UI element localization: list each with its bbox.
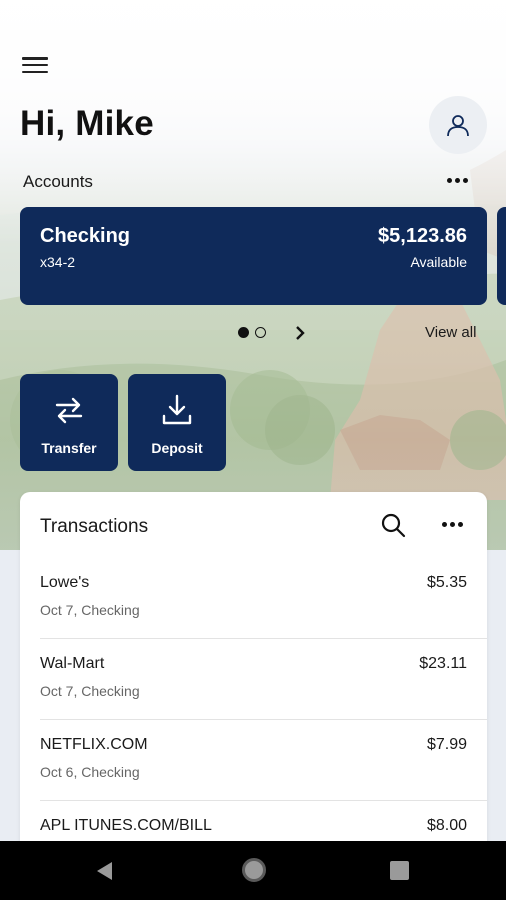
greeting-title: Hi, Mike	[20, 104, 154, 143]
pager-dot-active[interactable]	[238, 327, 249, 338]
transaction-row[interactable]: Wal-Mart Oct 7, Checking $23.11	[40, 639, 487, 720]
system-navigation-bar	[0, 841, 506, 900]
transfer-label: Transfer	[41, 440, 97, 456]
home-icon[interactable]	[242, 858, 266, 882]
transfer-arrows-icon	[55, 397, 83, 424]
transaction-row[interactable]: NETFLIX.COM Oct 6, Checking $7.99	[40, 720, 487, 801]
menu-button[interactable]	[22, 55, 48, 75]
profile-button[interactable]	[429, 96, 487, 154]
transaction-merchant: APL ITUNES.COM/BILL	[40, 817, 212, 834]
account-balance: $5,123.86	[378, 225, 467, 247]
deposit-button[interactable]: Deposit	[128, 374, 226, 471]
chevron-right-icon[interactable]	[291, 323, 309, 343]
transaction-merchant: NETFLIX.COM	[40, 736, 148, 753]
transaction-meta: Oct 6, Checking	[40, 764, 140, 780]
view-all-link[interactable]: View all	[425, 324, 476, 341]
accounts-label: Accounts	[23, 172, 93, 191]
transaction-amount: $8.00	[426, 817, 467, 834]
recents-icon[interactable]	[390, 861, 409, 880]
transactions-card: Transactions Lowe's Oct 7, Checking $5.3…	[20, 492, 487, 852]
download-icon	[162, 394, 192, 425]
pager-dot[interactable]	[255, 327, 266, 338]
account-card-checking[interactable]: Checking x34-2 $5,123.86 Available	[20, 207, 487, 305]
transfer-button[interactable]: Transfer	[20, 374, 118, 471]
transaction-meta: Oct 7, Checking	[40, 602, 140, 618]
next-account-card[interactable]	[497, 207, 506, 305]
account-balance-label: Available	[410, 254, 467, 270]
hamburger-menu-icon	[22, 57, 48, 60]
user-icon	[447, 115, 469, 137]
more-dots-icon	[447, 178, 452, 183]
transaction-merchant: Wal-Mart	[40, 655, 105, 672]
transactions-more-button[interactable]	[442, 522, 463, 527]
transaction-amount: $23.11	[419, 655, 467, 672]
search-icon[interactable]	[380, 512, 406, 538]
back-icon[interactable]	[94, 860, 114, 882]
accounts-more-button[interactable]	[447, 178, 468, 183]
deposit-label: Deposit	[151, 440, 203, 456]
transaction-amount: $5.35	[426, 574, 467, 591]
carousel-pager	[238, 327, 266, 338]
transaction-amount: $7.99	[426, 736, 467, 753]
transaction-row[interactable]: Lowe's Oct 7, Checking $5.35	[40, 558, 487, 639]
account-name: Checking	[40, 225, 131, 247]
transactions-title: Transactions	[40, 516, 149, 537]
transaction-merchant: Lowe's	[40, 574, 90, 591]
transaction-meta: Oct 7, Checking	[40, 683, 140, 699]
account-number: x34-2	[40, 254, 76, 270]
more-dots-icon	[442, 522, 447, 527]
